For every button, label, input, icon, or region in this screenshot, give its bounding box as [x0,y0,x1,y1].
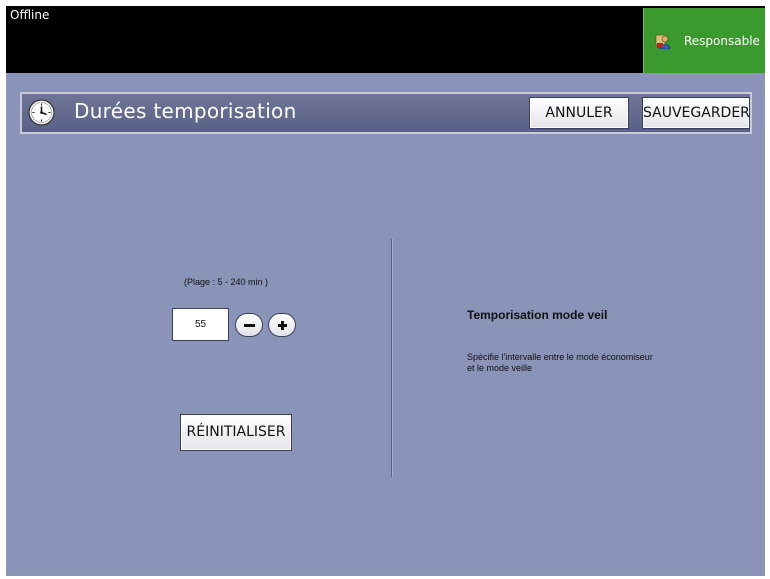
top-status-bar: Offline Responsable [6,6,765,73]
setting-title: Temporisation mode veil [467,308,608,322]
title-bar: Durées temporisation ANNULER SAUVEGARDER [20,92,752,134]
setting-description: Spécifie l'intervalle entre le mode écon… [467,352,653,373]
user-role-label: Responsable [684,34,760,48]
panel-divider [391,239,393,477]
page-title: Durées temporisation [74,99,297,123]
cancel-button[interactable]: ANNULER [529,97,629,129]
screen: Offline Responsable Durées temporisation… [6,6,765,576]
minus-icon [244,324,255,327]
range-label: (Plage : 5 - 240 min ) [183,277,269,287]
save-button[interactable]: SAUVEGARDER [642,97,750,129]
reset-button[interactable]: RÉINITIALISER [180,414,292,451]
plus-icon [278,321,287,330]
decrement-button[interactable] [235,313,263,337]
admin-user-icon [655,34,671,49]
timeout-value-field[interactable]: 55 [172,308,229,341]
clock-icon [28,99,55,126]
user-role-button[interactable]: Responsable [643,8,765,73]
increment-button[interactable] [268,313,296,337]
status-text: Offline [10,8,50,22]
